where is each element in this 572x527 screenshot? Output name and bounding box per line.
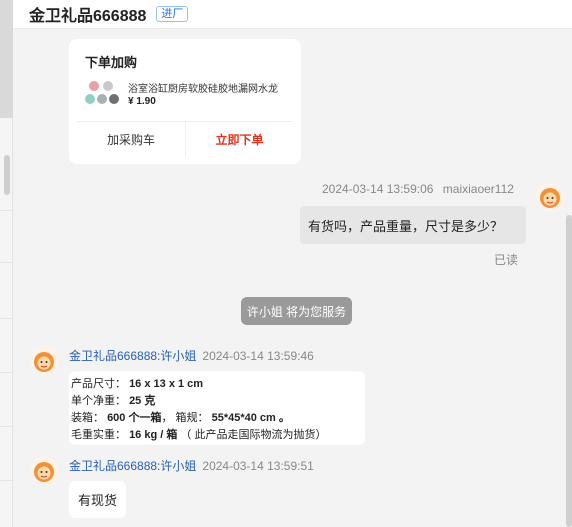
service-notice: 许小姐 将为您服务 [241, 297, 352, 325]
seller-avatar-lion-icon[interactable] [30, 457, 58, 485]
spec-gross-label: 毛重实重： [71, 429, 126, 441]
spec-size-label: 产品尺寸： [71, 378, 126, 390]
spec-gross-note: （ 此产品走国际物流为抛货） [180, 429, 327, 441]
chat-scrollbar-thumb[interactable] [566, 215, 572, 527]
incoming-time: 2024-03-14 13:59:46 [202, 349, 314, 363]
read-status: 已读 [494, 253, 519, 267]
spec-box-sep: ， [161, 412, 173, 424]
sidebar-divider [0, 262, 13, 263]
order-card: 下单加购 浴室浴缸厨房软胶硅胶地漏网水龙 ¥ 1.90 加采购车 立即下单 [69, 39, 301, 164]
product-price: ¥ 1.90 [128, 96, 156, 107]
spec-row-size: 产品尺寸： 16 x 13 x 1 cm [71, 376, 365, 393]
sidebar-divider [0, 210, 13, 211]
buy-now-button[interactable]: 立即下单 [186, 121, 293, 157]
stock-message-bubble[interactable]: 有现货 [69, 481, 126, 518]
user-avatar-lion-icon[interactable] [536, 183, 564, 211]
sender-name[interactable]: 金卫礼品666888:许小姐 [69, 459, 196, 473]
sidebar-divider [0, 480, 13, 481]
spec-row-weight: 单个净重： 25 克 [71, 393, 365, 410]
sidebar-divider [0, 426, 13, 427]
enter-factory-tag[interactable]: 进厂 [156, 6, 189, 22]
sidebar-divider [0, 318, 13, 319]
incoming-message-meta: 金卫礼品666888:许小姐 2024-03-14 13:59:51 [69, 457, 314, 474]
spec-box-end: 。 [278, 412, 290, 424]
order-card-title: 下单加购 [85, 55, 138, 70]
product-name[interactable]: 浴室浴缸厨房软胶硅胶地漏网水龙 [128, 80, 278, 95]
spec-weight-value: 25 克 [129, 395, 156, 407]
spec-message-bubble[interactable]: 产品尺寸： 16 x 13 x 1 cm 单个净重： 25 克 装箱： 600 … [69, 371, 365, 445]
spec-row-box: 装箱： 600 个一箱， 箱规： 55*45*40 cm 。 [71, 410, 365, 427]
chat-header: 金卫礼品666888 进厂 [13, 0, 572, 29]
outgoing-message-meta: 2024-03-14 13:59:06 maixiaoer112 [322, 182, 514, 196]
outgoing-user: maixiaoer112 [442, 182, 514, 196]
seller-avatar-lion-icon[interactable] [30, 347, 58, 375]
spec-gross-value: 16 kg / 箱 [129, 429, 178, 441]
spec-box-label: 装箱： [71, 412, 104, 424]
add-to-cart-button[interactable]: 加采购车 [77, 121, 185, 157]
product-thumbnail[interactable] [85, 79, 121, 107]
spec-size-value: 16 x 13 x 1 cm [129, 378, 204, 390]
sidebar-scroll-handle[interactable] [4, 155, 10, 195]
spec-box-count: 600 个一箱 [107, 412, 162, 424]
left-sidebar [0, 0, 13, 527]
shop-title[interactable]: 金卫礼品666888 [29, 2, 146, 26]
outgoing-time: 2024-03-14 13:59:06 [322, 182, 434, 196]
spec-box-spec-label: 箱规： [175, 412, 209, 424]
sender-name[interactable]: 金卫礼品666888:许小姐 [69, 349, 196, 363]
outgoing-message-bubble[interactable]: 有货吗，产品重量，尺寸是多少？ [300, 206, 526, 244]
spec-box-spec-value: 55*45*40 cm [211, 412, 276, 424]
sidebar-top-block [0, 0, 13, 118]
spec-row-gross: 毛重实重： 16 kg / 箱 （ 此产品走国际物流为抛货） [71, 427, 365, 444]
incoming-time: 2024-03-14 13:59:51 [202, 459, 314, 473]
spec-weight-label: 单个净重： [71, 395, 126, 407]
sidebar-divider [0, 372, 13, 373]
incoming-message-meta: 金卫礼品666888:许小姐 2024-03-14 13:59:46 [69, 347, 314, 364]
